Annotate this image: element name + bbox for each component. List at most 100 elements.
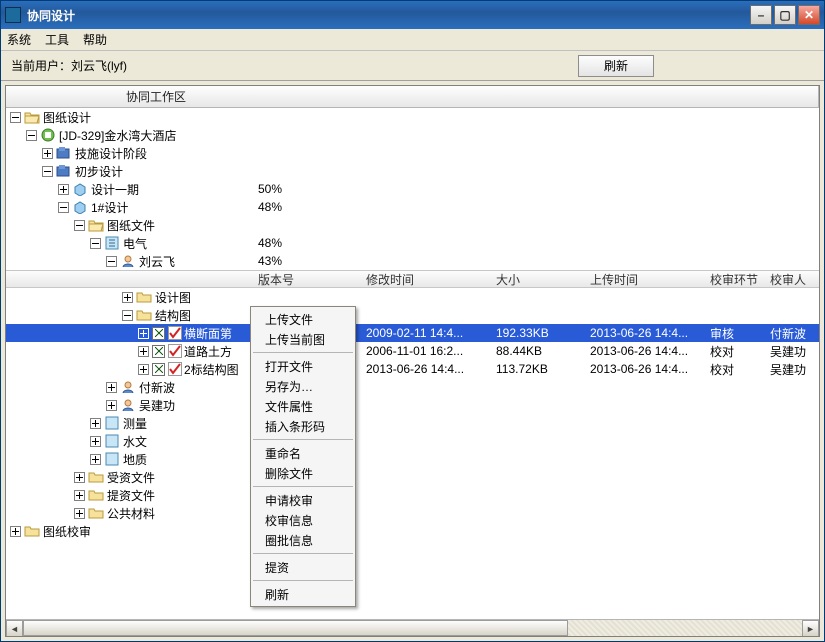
folder-icon (88, 469, 104, 485)
separator-icon (253, 486, 353, 487)
expander-icon[interactable] (106, 256, 117, 267)
folder-icon (24, 523, 40, 539)
menu-system[interactable]: 系统 (7, 31, 31, 48)
workspace-header-label: 协同工作区 (126, 88, 186, 105)
project-icon (40, 127, 56, 143)
expander-icon[interactable] (90, 238, 101, 249)
refresh-button[interactable]: 刷新 (578, 55, 654, 77)
checkbox-icon[interactable] (152, 327, 165, 340)
scroll-thumb[interactable] (23, 620, 568, 636)
tree-geo[interactable]: 地质 (6, 450, 819, 468)
tree-phase-tech[interactable]: 技施设计阶段 (6, 144, 819, 162)
tree-user-fu[interactable]: 付新波 (6, 378, 819, 396)
expander-icon[interactable] (42, 166, 53, 177)
ctx-upload-cur[interactable]: 上传当前图 (251, 329, 355, 349)
cell-reviewer: 吴建功 (766, 361, 819, 378)
tree-design1h[interactable]: 1#设计 48% (6, 198, 819, 216)
tree-doc-folder[interactable]: 图纸文件 (6, 216, 819, 234)
tree-hydro[interactable]: 水文 (6, 432, 819, 450)
checkbox-icon[interactable] (152, 363, 165, 376)
cell-step: 校对 (706, 343, 766, 360)
maximize-button[interactable]: ▢ (774, 5, 796, 25)
expander-icon[interactable] (138, 364, 149, 375)
separator-icon (253, 553, 353, 554)
expander-icon[interactable] (10, 112, 21, 123)
tree-shejitu[interactable]: 设计图 (6, 288, 819, 306)
menubar: 系统 工具 帮助 (1, 29, 824, 51)
expander-icon[interactable] (42, 148, 53, 159)
expander-icon[interactable] (74, 472, 85, 483)
ctx-barcode[interactable]: 插入条形码 (251, 416, 355, 436)
menu-tools[interactable]: 工具 (45, 31, 69, 48)
tree-jiegoutu[interactable]: 结构图 (6, 306, 819, 324)
ctx-rename[interactable]: 重命名 (251, 443, 355, 463)
pct-value: 50% (254, 182, 362, 196)
expander-icon[interactable] (74, 490, 85, 501)
folder-icon (88, 505, 104, 521)
expander-icon[interactable] (122, 292, 133, 303)
separator-icon (253, 352, 353, 353)
separator-icon (253, 439, 353, 440)
expander-icon[interactable] (106, 400, 117, 411)
expander-icon[interactable] (74, 220, 85, 231)
expander-icon[interactable] (90, 436, 101, 447)
tree-root-drawings[interactable]: 图纸设计 (6, 108, 819, 126)
tree-survey[interactable]: 测量 (6, 414, 819, 432)
horizontal-scrollbar[interactable]: ◄ ► (6, 619, 819, 636)
phase-icon (56, 163, 72, 179)
ctx-circleinfo[interactable]: 圈批信息 (251, 530, 355, 550)
tree-user-liu[interactable]: 刘云飞 43% (6, 252, 819, 270)
expander-icon[interactable] (138, 346, 149, 357)
expander-icon[interactable] (58, 184, 69, 195)
expander-icon[interactable] (138, 328, 149, 339)
expander-icon[interactable] (10, 526, 21, 537)
user-icon (120, 397, 136, 413)
tree-phase-pre[interactable]: 初步设计 (6, 162, 819, 180)
menu-help[interactable]: 帮助 (83, 31, 107, 48)
context-menu: 上传文件 上传当前图 打开文件 另存为… 文件属性 插入条形码 重命名 删除文件… (250, 306, 356, 607)
col-modtime: 修改时间 (362, 271, 492, 288)
ctx-tizi[interactable]: 提资 (251, 557, 355, 577)
user-icon (120, 379, 136, 395)
cell-modtime: 2009-02-11 14:4... (362, 326, 492, 340)
doctype-icon (104, 433, 120, 449)
tree-root-review[interactable]: 图纸校审 (6, 522, 819, 540)
ctx-reviewinfo[interactable]: 校审信息 (251, 510, 355, 530)
ctx-delete[interactable]: 删除文件 (251, 463, 355, 483)
window-buttons: – ▢ ✕ (750, 5, 820, 25)
expander-icon[interactable] (122, 310, 133, 321)
expander-icon[interactable] (90, 454, 101, 465)
expander-icon[interactable] (74, 508, 85, 519)
tree-project[interactable]: [JD-329]金水湾大酒店 (6, 126, 819, 144)
scroll-track[interactable] (23, 620, 802, 636)
ctx-saveas[interactable]: 另存为… (251, 376, 355, 396)
file-row[interactable]: 2标结构图 2013-06-26 14:4... 113.72KB 2013-0… (6, 360, 819, 378)
expander-icon[interactable] (26, 130, 37, 141)
ctx-apply[interactable]: 申请校审 (251, 490, 355, 510)
col-size: 大小 (492, 271, 586, 288)
expander-icon[interactable] (90, 418, 101, 429)
checkbox-icon[interactable] (152, 345, 165, 358)
ctx-refresh[interactable]: 刷新 (251, 584, 355, 604)
close-button[interactable]: ✕ (798, 5, 820, 25)
scroll-left-icon[interactable]: ◄ (6, 620, 23, 637)
minimize-button[interactable]: – (750, 5, 772, 25)
tree-design1[interactable]: 设计一期 50% (6, 180, 819, 198)
scroll-right-icon[interactable]: ► (802, 620, 819, 637)
file-row-selected[interactable]: 横断面第 1 2009-02-11 14:4... 192.33KB 2013-… (6, 324, 819, 342)
doctype-icon (104, 451, 120, 467)
tree-elec[interactable]: 电气 48% (6, 234, 819, 252)
pct-value: 48% (254, 200, 362, 214)
tree-user-wu[interactable]: 吴建功 (6, 396, 819, 414)
file-row[interactable]: 道路土方 2006-11-01 16:2... 88.44KB 2013-06-… (6, 342, 819, 360)
ctx-upload[interactable]: 上传文件 (251, 309, 355, 329)
expander-icon[interactable] (106, 382, 117, 393)
tree-public[interactable]: 公共材料 (6, 504, 819, 522)
doctype-icon (104, 415, 120, 431)
tree-shoushen[interactable]: 受资文件 (6, 468, 819, 486)
ctx-props[interactable]: 文件属性 (251, 396, 355, 416)
col-uptime: 上传时间 (586, 271, 706, 288)
tree-tizi[interactable]: 提资文件 (6, 486, 819, 504)
ctx-open[interactable]: 打开文件 (251, 356, 355, 376)
expander-icon[interactable] (58, 202, 69, 213)
